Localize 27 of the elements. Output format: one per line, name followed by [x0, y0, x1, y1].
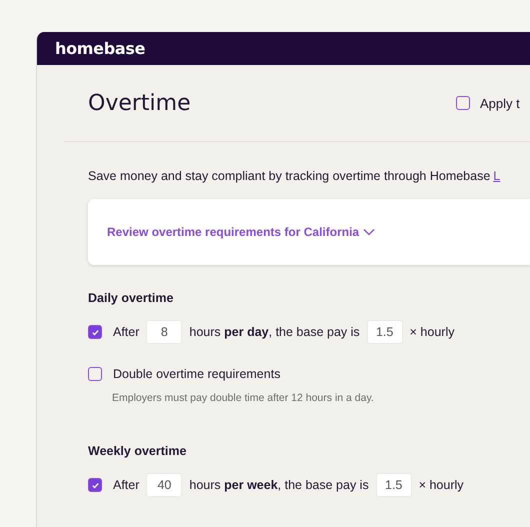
- checkbox[interactable]: [456, 96, 470, 110]
- option-hint: Employers must pay double time after 12 hours in a day.: [112, 392, 375, 404]
- rule-text: × hourly: [418, 478, 464, 492]
- rule-text: hours per week, the base pay is: [189, 478, 369, 492]
- rule-text: After: [113, 478, 140, 492]
- section-title: Weekly overtime: [88, 444, 188, 458]
- page-title: Overtime: [88, 90, 191, 116]
- rule-text: After: [113, 325, 140, 339]
- option-label: Double overtime requirements: [113, 367, 280, 381]
- rate-field[interactable]: 1.5: [366, 320, 403, 344]
- checkmark-icon: [90, 480, 100, 490]
- rate-field[interactable]: 1.5: [376, 473, 412, 497]
- chevron-icon: [363, 228, 376, 236]
- rule-text: hours per day, the base pay is: [189, 325, 360, 339]
- checkmark-icon: [90, 328, 100, 336]
- requirements-toggle[interactable]: Review overtime requirements for California: [107, 225, 376, 239]
- intro-text: Save money and stay compliant by tracking overtime through Homebase: [88, 169, 490, 183]
- checkbox-label: Apply t: [480, 96, 520, 110]
- section-title: Daily overtime: [88, 291, 174, 305]
- hours-field[interactable]: 40: [146, 473, 182, 497]
- checkbox[interactable]: [88, 478, 102, 492]
- brand-logo[interactable]: homebase: [55, 39, 146, 58]
- checkbox[interactable]: [88, 367, 102, 381]
- hours-field[interactable]: 8: [146, 320, 182, 344]
- rule-text: × hourly: [410, 325, 454, 339]
- checkbox[interactable]: [88, 325, 102, 339]
- learn-link[interactable]: L: [493, 169, 500, 183]
